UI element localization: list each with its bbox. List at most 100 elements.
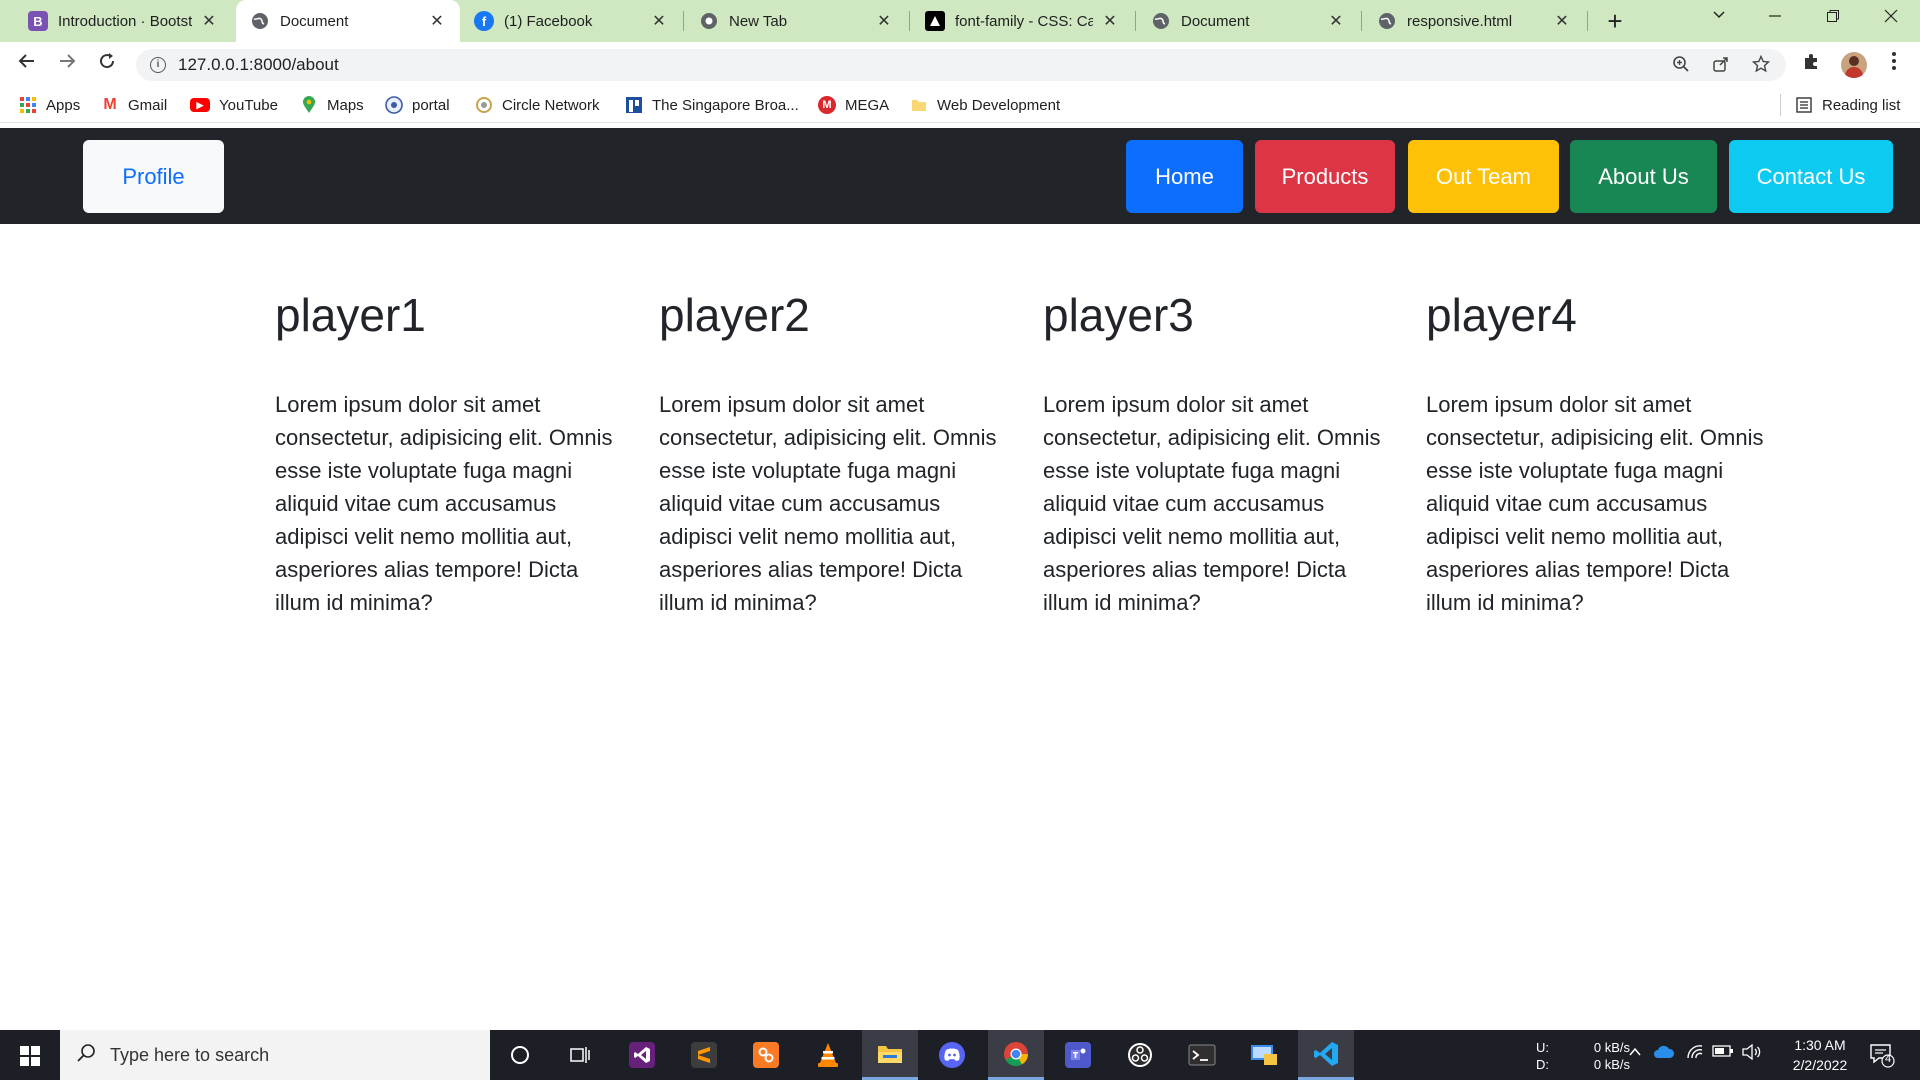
back-button[interactable] bbox=[12, 50, 42, 80]
taskbar-sublime-text[interactable] bbox=[676, 1030, 732, 1080]
url-text[interactable]: 127.0.0.1:8000/about bbox=[178, 49, 339, 81]
bootstrap-icon: B bbox=[28, 11, 48, 31]
bookmark-label: The Singapore Broa... bbox=[652, 96, 799, 114]
bookmark-label: Maps bbox=[327, 96, 364, 114]
taskbar-remote-desktop[interactable] bbox=[1236, 1030, 1292, 1080]
player-description: Lorem ipsum dolor sit amet consectetur, … bbox=[1043, 392, 1381, 615]
bookmark-singapore-broadcast[interactable]: The Singapore Broa... bbox=[625, 88, 799, 122]
puzzle-icon bbox=[1805, 54, 1817, 69]
forward-button[interactable] bbox=[52, 50, 82, 80]
network-speed: 0 kB/s 0 kB/s bbox=[1580, 1030, 1630, 1080]
taskbar-xampp[interactable] bbox=[738, 1030, 794, 1080]
taskbar-search[interactable]: Type here to search bbox=[60, 1030, 490, 1080]
cortana-button[interactable] bbox=[492, 1030, 548, 1080]
star-icon[interactable] bbox=[1750, 54, 1772, 77]
about-us-button[interactable]: About Us bbox=[1570, 140, 1717, 213]
start-button[interactable] bbox=[0, 1030, 60, 1080]
xampp-icon bbox=[753, 1042, 779, 1068]
reload-button[interactable] bbox=[92, 50, 122, 80]
tab-document-active[interactable]: Document ✕ bbox=[236, 0, 460, 42]
restore-button[interactable] bbox=[1806, 0, 1860, 38]
bookmark-separator bbox=[1780, 94, 1781, 116]
bookmark-mega[interactable]: M MEGA bbox=[818, 88, 889, 122]
address-bar[interactable]: i 127.0.0.1:8000/about bbox=[136, 49, 1786, 81]
menu-button[interactable] bbox=[1879, 50, 1909, 80]
close-icon[interactable]: ✕ bbox=[1553, 11, 1571, 31]
close-icon[interactable]: ✕ bbox=[650, 11, 668, 31]
bookmark-label: Web Development bbox=[937, 96, 1061, 114]
bookmark-label: YouTube bbox=[219, 96, 278, 114]
chevron-up-icon[interactable] bbox=[1627, 1044, 1643, 1065]
avatar[interactable] bbox=[1841, 52, 1867, 78]
tab-new-tab[interactable]: New Tab ✕ bbox=[685, 0, 907, 42]
bookmark-label: MEGA bbox=[845, 96, 890, 114]
our-team-button[interactable]: Out Team bbox=[1408, 140, 1559, 213]
info-icon[interactable]: i bbox=[150, 57, 166, 73]
taskbar-vlc[interactable] bbox=[800, 1030, 856, 1080]
close-icon[interactable]: ✕ bbox=[200, 11, 218, 31]
bookmark-circle-network[interactable]: Circle Network bbox=[475, 88, 600, 122]
network-speed-labels: U: D: bbox=[1536, 1030, 1576, 1080]
reading-list-icon bbox=[1795, 96, 1813, 114]
new-tab-button[interactable]: + bbox=[1600, 6, 1630, 36]
taskbar-vscode[interactable] bbox=[1298, 1030, 1354, 1080]
profile-button[interactable]: Profile bbox=[83, 140, 224, 213]
player-heading: player2 bbox=[659, 289, 810, 341]
volume-icon[interactable] bbox=[1742, 1043, 1762, 1065]
task-view-button[interactable] bbox=[552, 1030, 608, 1080]
share-icon[interactable] bbox=[1710, 55, 1732, 77]
chrome-icon bbox=[1004, 1041, 1028, 1066]
tab-separator bbox=[683, 11, 684, 31]
youtube-icon: ▶ bbox=[190, 98, 210, 112]
bookmark-apps[interactable]: Apps bbox=[19, 88, 80, 122]
visual-studio-icon bbox=[629, 1042, 655, 1068]
close-icon[interactable]: ✕ bbox=[1101, 11, 1119, 31]
tab-facebook[interactable]: f (1) Facebook ✕ bbox=[460, 0, 682, 42]
bookmark-youtube[interactable]: ▶ YouTube bbox=[190, 88, 278, 122]
taskbar-obs[interactable] bbox=[1112, 1030, 1168, 1080]
reload-icon bbox=[100, 53, 115, 69]
taskbar-terminal[interactable] bbox=[1174, 1030, 1230, 1080]
extensions-button[interactable] bbox=[1797, 50, 1827, 80]
bookmark-web-development[interactable]: Web Development bbox=[910, 88, 1060, 122]
bookmark-portal[interactable]: portal bbox=[385, 88, 450, 122]
bookmark-gmail[interactable]: M Gmail bbox=[101, 88, 167, 122]
clock[interactable]: 1:30 AM 2/2/2022 bbox=[1770, 1030, 1870, 1080]
player-description: Lorem ipsum dolor sit amet consectetur, … bbox=[275, 392, 613, 615]
zoom-icon[interactable] bbox=[1670, 55, 1692, 77]
tab-responsive-html[interactable]: responsive.html ✕ bbox=[1363, 0, 1585, 42]
taskbar-file-explorer[interactable] bbox=[862, 1030, 918, 1080]
bookmark-maps[interactable]: Maps bbox=[300, 88, 364, 122]
taskbar-discord[interactable] bbox=[924, 1030, 980, 1080]
close-window-button[interactable] bbox=[1864, 0, 1918, 38]
taskbar-teams[interactable] bbox=[1050, 1030, 1106, 1080]
taskbar-visual-studio[interactable] bbox=[614, 1030, 670, 1080]
close-icon[interactable]: ✕ bbox=[875, 11, 893, 31]
home-button[interactable]: Home bbox=[1126, 140, 1243, 213]
contact-us-button[interactable]: Contact Us bbox=[1729, 140, 1893, 213]
windows-taskbar: Type here to search U: D: 0 kB/s 0 kB/s … bbox=[0, 1030, 1920, 1080]
tab-search-button[interactable] bbox=[1692, 0, 1746, 38]
download-speed: 0 kB/s bbox=[1593, 1057, 1630, 1072]
taskbar-chrome[interactable] bbox=[988, 1030, 1044, 1080]
battery-icon[interactable] bbox=[1712, 1044, 1734, 1063]
reading-list-button[interactable]: Reading list bbox=[1795, 88, 1900, 122]
tab-font-family-css[interactable]: font-family - CSS: Cas ✕ bbox=[911, 0, 1133, 42]
products-button[interactable]: Products bbox=[1255, 140, 1395, 213]
tab-document[interactable]: Document ✕ bbox=[1137, 0, 1359, 42]
arrow-right-icon bbox=[60, 54, 76, 68]
bookmarks-bar: Apps M Gmail ▶ YouTube Maps portal Circl… bbox=[0, 88, 1920, 123]
wifi-icon[interactable] bbox=[1686, 1044, 1704, 1065]
chrome-icon bbox=[699, 11, 719, 31]
download-label: D: bbox=[1536, 1057, 1549, 1072]
tab-introduction-bootstrap[interactable]: B Introduction · Bootstrap ✕ bbox=[14, 0, 232, 42]
vlc-icon bbox=[818, 1043, 838, 1067]
player-heading: player1 bbox=[275, 289, 426, 341]
gmail-icon: M bbox=[103, 96, 117, 113]
discord-icon bbox=[939, 1042, 965, 1068]
notification-center-button[interactable]: 4 bbox=[1869, 1042, 1895, 1073]
onedrive-icon[interactable] bbox=[1653, 1044, 1675, 1065]
minimize-button[interactable] bbox=[1748, 0, 1802, 38]
close-icon[interactable]: ✕ bbox=[428, 11, 446, 31]
close-icon[interactable]: ✕ bbox=[1327, 11, 1345, 31]
